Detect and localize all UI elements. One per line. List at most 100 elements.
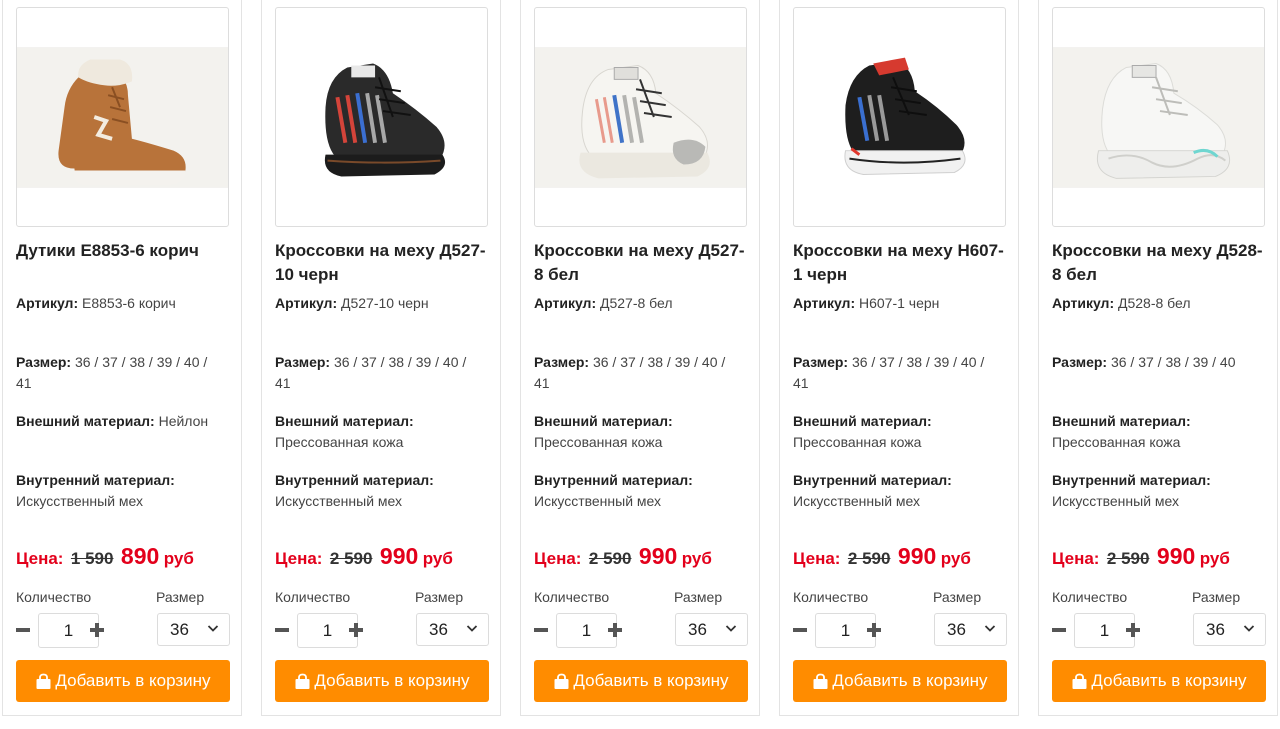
old-price: 2 590	[1106, 549, 1150, 568]
inner-material-row: Внутренний материал: Искусственный мех	[1052, 470, 1262, 512]
size-row: Размер: 36 / 37 / 38 / 39 / 40 / 41	[793, 352, 1003, 394]
chevron-down-icon	[725, 622, 737, 634]
product-title[interactable]: Кроссовки на меху Д527-8 бел	[534, 239, 752, 287]
size-select-value: 36	[688, 620, 707, 639]
plus-icon[interactable]	[608, 620, 622, 640]
size-select[interactable]: 36	[157, 613, 230, 646]
outer-material-row: Внешний материал: Прессованная кожа	[793, 411, 1003, 453]
article-label: Артикул:	[275, 295, 338, 311]
product-photo[interactable]	[794, 47, 1005, 188]
article-row: Артикул: Н607-1 черн	[793, 293, 1003, 314]
minus-icon[interactable]	[16, 620, 30, 640]
old-price: 2 590	[588, 549, 632, 568]
product-title[interactable]: Кроссовки на меху Д528-8 бел	[1052, 239, 1270, 287]
add-to-cart-button[interactable]: Добавить в корзину	[534, 660, 748, 702]
size-select-label: Размер	[1192, 589, 1241, 605]
product-image-frame[interactable]	[275, 7, 488, 227]
minus-icon[interactable]	[534, 620, 548, 640]
size-select-label: Размер	[415, 589, 464, 605]
product-image-frame[interactable]	[1052, 7, 1265, 227]
product-title[interactable]: Кроссовки на меху Н607-1 черн	[793, 239, 1011, 287]
plus-icon[interactable]	[349, 620, 363, 640]
article-value: Н607-1 черн	[859, 295, 940, 311]
product-image-frame[interactable]	[793, 7, 1006, 227]
inner-material-row: Внутренний материал: Искусственный мех	[16, 470, 226, 512]
currency: руб	[422, 549, 453, 568]
article-label: Артикул:	[1052, 295, 1115, 311]
article-value: Д528-8 бел	[1118, 295, 1191, 311]
inner-material-value: Искусственный мех	[275, 493, 403, 509]
inner-material-label: Внутренний материал:	[16, 472, 175, 488]
minus-icon[interactable]	[793, 620, 807, 640]
quantity-label: Количество	[534, 589, 610, 605]
price-row: Цена: 2 590 990 руб	[275, 543, 453, 570]
outer-material-value: Прессованная кожа	[1052, 434, 1181, 450]
old-price: 1 590	[70, 549, 114, 568]
size-select[interactable]: 36	[675, 613, 748, 646]
inner-material-label: Внутренний материал:	[1052, 472, 1211, 488]
product-title[interactable]: Дутики Е8853-6 корич	[16, 239, 234, 263]
product-card: Кроссовки на меху Д528-8 бел Артикул: Д5…	[1038, 0, 1278, 716]
add-to-cart-button[interactable]: Добавить в корзину	[16, 660, 230, 702]
size-select-value: 36	[429, 620, 448, 639]
plus-icon[interactable]	[867, 620, 881, 640]
minus-icon[interactable]	[1052, 620, 1066, 640]
outer-material-row: Внешний материал: Прессованная кожа	[534, 411, 744, 453]
inner-material-row: Внутренний материал: Искусственный мех	[534, 470, 744, 512]
size-select-label: Размер	[156, 589, 205, 605]
article-row: Артикул: Д527-10 черн	[275, 293, 485, 314]
article-label: Артикул:	[16, 295, 79, 311]
add-to-cart-button[interactable]: Добавить в корзину	[1052, 660, 1266, 702]
add-to-cart-label: Добавить в корзину	[832, 671, 988, 690]
currency: руб	[163, 549, 194, 568]
plus-icon[interactable]	[90, 620, 104, 640]
size-select-label: Размер	[674, 589, 723, 605]
quantity-label: Количество	[1052, 589, 1128, 605]
price-label: Цена:	[16, 549, 64, 568]
white-sneaker-image	[535, 47, 746, 188]
shopping-bag-icon	[553, 673, 570, 690]
price-row: Цена: 1 590 890 руб	[16, 543, 194, 570]
size-label: Размер:	[534, 354, 590, 370]
article-value: Д527-10 черн	[341, 295, 429, 311]
product-photo[interactable]	[1053, 47, 1264, 188]
new-price: 990	[897, 543, 937, 569]
outer-material-label: Внешний материал:	[275, 413, 414, 429]
article-label: Артикул:	[793, 295, 856, 311]
product-title[interactable]: Кроссовки на меху Д527-10 черн	[275, 239, 493, 287]
add-to-cart-label: Добавить в корзину	[314, 671, 470, 690]
chevron-down-icon	[207, 622, 219, 634]
outer-material-value: Прессованная кожа	[793, 434, 922, 450]
add-to-cart-button[interactable]: Добавить в корзину	[275, 660, 489, 702]
new-price: 990	[379, 543, 419, 569]
product-photo[interactable]	[17, 47, 228, 188]
product-card: Кроссовки на меху Д527-8 бел Артикул: Д5…	[520, 0, 760, 716]
size-select[interactable]: 36	[416, 613, 489, 646]
size-label: Размер:	[16, 354, 72, 370]
article-value: Д527-8 бел	[600, 295, 673, 311]
black-red-sneaker-image	[794, 47, 1005, 188]
product-image-frame[interactable]	[16, 7, 229, 227]
product-image-frame[interactable]	[534, 7, 747, 227]
plus-icon[interactable]	[1126, 620, 1140, 640]
size-select-value: 36	[1206, 620, 1225, 639]
size-select[interactable]: 36	[934, 613, 1007, 646]
shopping-bag-icon	[294, 673, 311, 690]
old-price: 2 590	[329, 549, 373, 568]
product-photo[interactable]	[535, 47, 746, 188]
chevron-down-icon	[984, 622, 996, 634]
size-row: Размер: 36 / 37 / 38 / 39 / 40	[1052, 352, 1262, 373]
outer-material-row: Внешний материал: Прессованная кожа	[1052, 411, 1262, 453]
shopping-bag-icon	[1071, 673, 1088, 690]
currency: руб	[1199, 549, 1230, 568]
price-row: Цена: 2 590 990 руб	[793, 543, 971, 570]
price-label: Цена:	[275, 549, 323, 568]
size-select-value: 36	[947, 620, 966, 639]
outer-material-value: Прессованная кожа	[275, 434, 404, 450]
shopping-bag-icon	[35, 673, 52, 690]
outer-material-label: Внешний материал:	[1052, 413, 1191, 429]
product-photo[interactable]	[276, 47, 487, 188]
minus-icon[interactable]	[275, 620, 289, 640]
add-to-cart-button[interactable]: Добавить в корзину	[793, 660, 1007, 702]
size-select[interactable]: 36	[1193, 613, 1266, 646]
